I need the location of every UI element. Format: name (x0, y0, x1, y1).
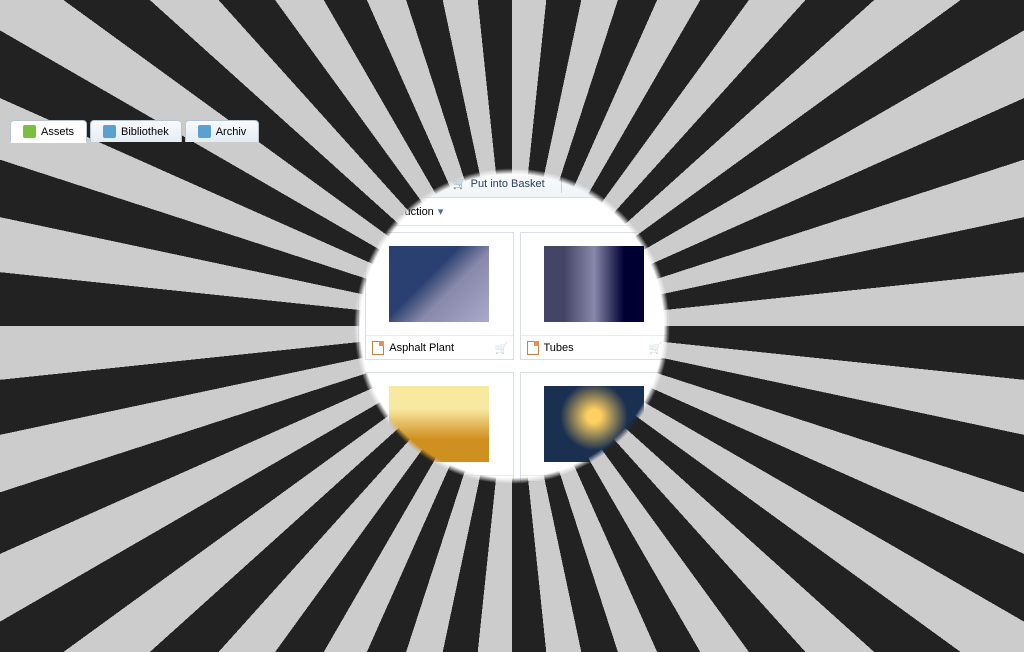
tab-icon (198, 125, 211, 138)
tab-icon (23, 125, 36, 138)
tab-label: Archiv (216, 126, 247, 138)
tab-bibliothek[interactable]: Bibliothek (90, 120, 182, 142)
tab-assets[interactable]: Assets (10, 120, 87, 143)
tab-archiv[interactable]: Archiv (185, 120, 260, 142)
right-pane: Preview » Drying Drum Basket ⬇Download ✉… (828, 142, 1024, 652)
app-root: Picturepark AssetsBibliothekArchiv f.flu… (0, 74, 1024, 652)
tab-label: Bibliothek (121, 126, 169, 138)
preview-image (839, 176, 1015, 326)
tab-icon (103, 125, 116, 138)
tab-label: Assets (41, 126, 74, 138)
